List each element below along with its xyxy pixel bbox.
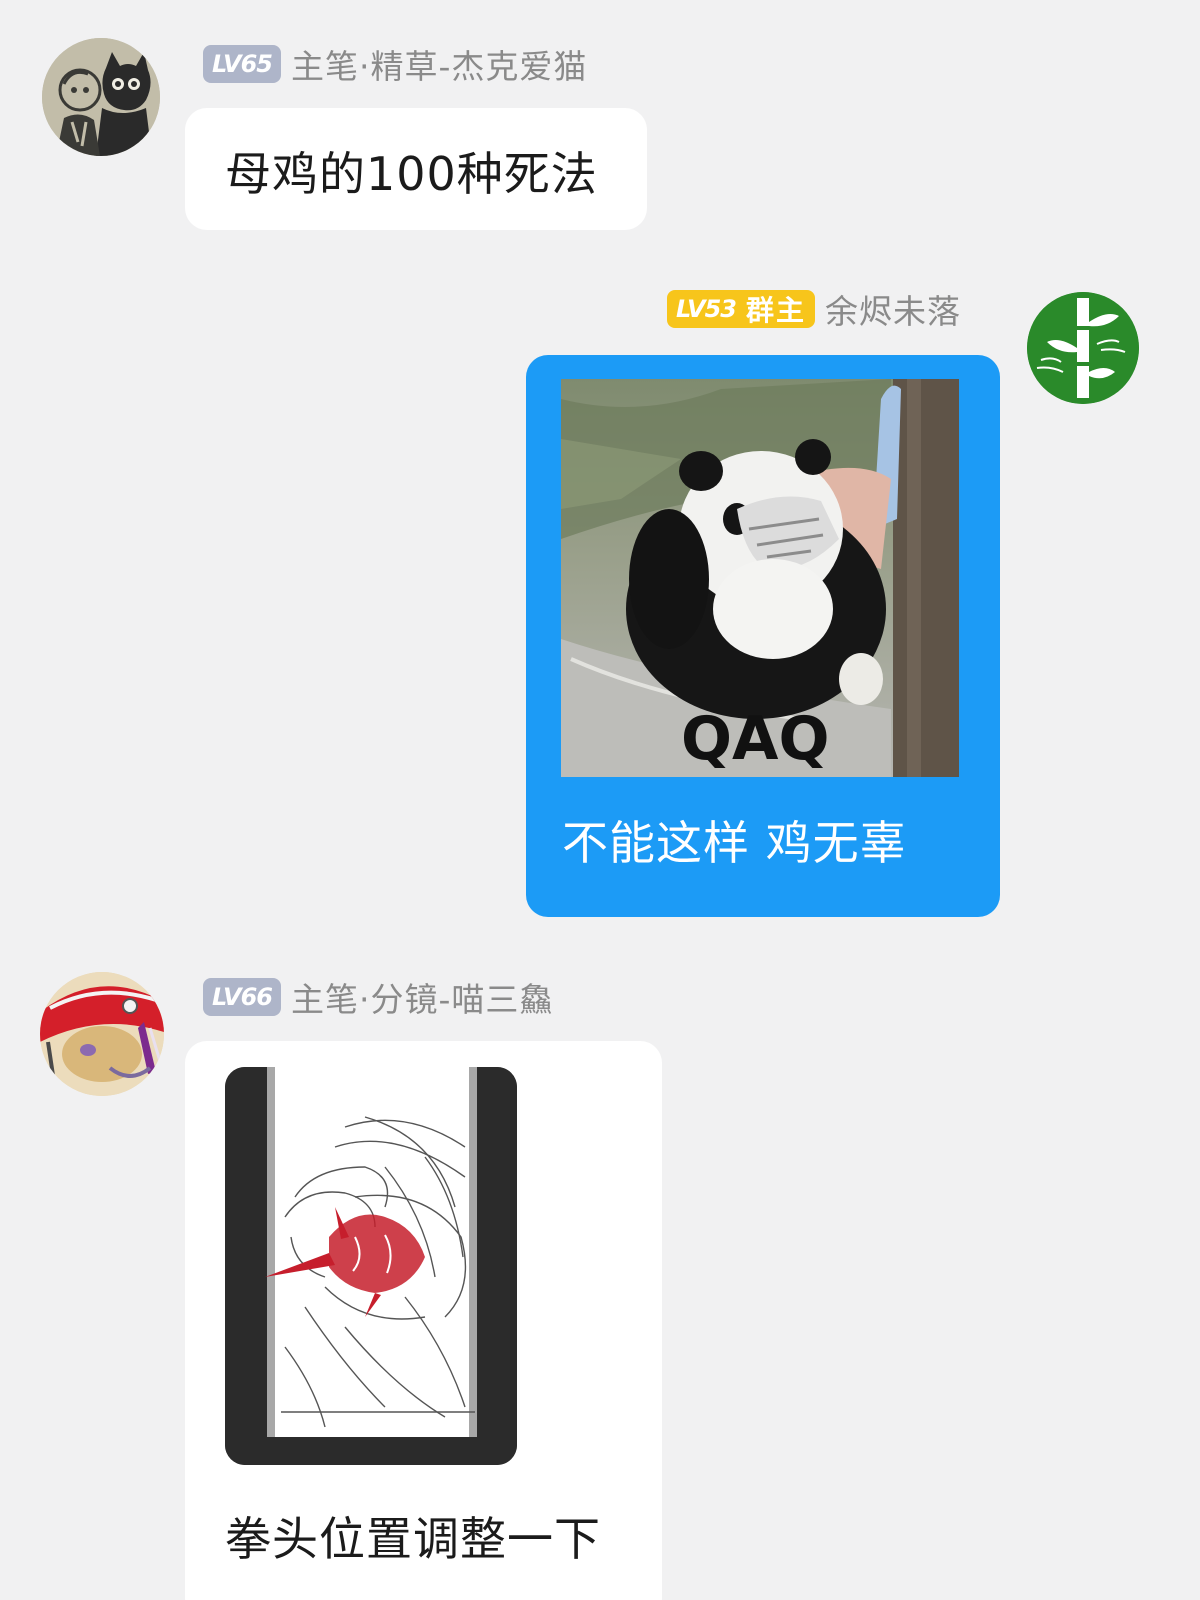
message-text-wrap: 拳头位置调整一下 (225, 1503, 601, 1569)
owner-badge: LV53 群主 (667, 290, 815, 328)
sketch-image[interactable] (225, 1067, 517, 1465)
character-avatar-icon (40, 972, 164, 1096)
message-text: 不能这样 鸡无辜 (562, 816, 907, 870)
sticker-caption: QAQ (681, 704, 829, 774)
sender-meta: LV66 主笔·分镜-喵三鱻 (203, 977, 553, 1019)
message-bubble-self[interactable]: QAQ 不能这样 鸡无辜 (526, 355, 1000, 917)
bamboo-icon (1027, 292, 1139, 404)
panda-sticker-image[interactable]: QAQ (561, 379, 959, 777)
sender-name[interactable]: 余烬未落 (825, 285, 961, 333)
level-badge: LV65 (203, 45, 281, 83)
avatar-red-hat[interactable] (40, 972, 164, 1096)
message-text-wrap: 不能这样 鸡无辜 (562, 807, 907, 873)
message-text: 拳头位置调整一下 (225, 1512, 601, 1566)
sender-meta: LV65 主笔·精草-杰克爱猫 (203, 44, 587, 86)
sender-name[interactable]: 主笔·分镜-喵三鱻 (291, 973, 553, 1021)
storyboard-sketch (225, 1067, 517, 1465)
sender-name[interactable]: 主笔·精草-杰克爱猫 (291, 40, 587, 88)
message-bubble[interactable]: 拳头位置调整一下 (185, 1041, 662, 1600)
chat-view: LV65 主笔·精草-杰克爱猫 母鸡的100种死法 LV53 群主 余烬未落 Q… (0, 0, 1200, 1600)
panda-photo: QAQ (561, 379, 959, 777)
level-text: LV53 (676, 295, 737, 323)
avatar-bamboo[interactable] (1027, 292, 1139, 404)
message-text: 母鸡的100种死法 (225, 147, 598, 201)
cat-sketch-icon (42, 38, 160, 156)
sender-meta: LV53 群主 余烬未落 (667, 289, 961, 331)
message-bubble[interactable]: 母鸡的100种死法 (185, 108, 647, 230)
role-text: 群主 (745, 294, 806, 327)
level-badge: LV66 (203, 978, 281, 1016)
avatar-cat-drawing[interactable] (42, 38, 160, 156)
